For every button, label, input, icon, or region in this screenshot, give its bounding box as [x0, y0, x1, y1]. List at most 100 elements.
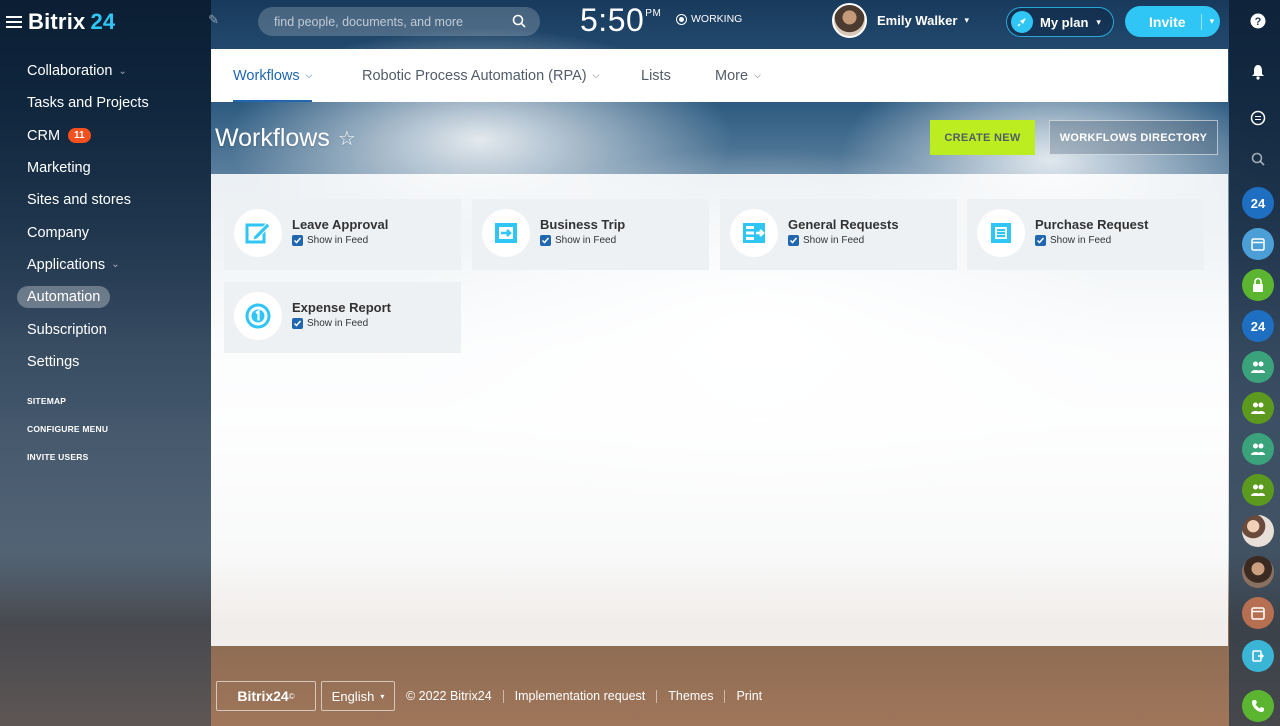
print-link[interactable]: Print — [736, 689, 762, 703]
workflow-card-business-trip[interactable]: Business Trip Show in Feed — [472, 199, 709, 270]
status-dot-icon — [676, 13, 687, 25]
sidebar-links: SITEMAP CONFIGURE MENU INVITE USERS — [27, 396, 108, 480]
phone-icon[interactable] — [1242, 690, 1274, 722]
workflow-card-general-requests[interactable]: General Requests Show in Feed — [720, 199, 957, 270]
checkbox-checked[interactable] — [292, 235, 303, 246]
footer-logo[interactable]: Bitrix24 © — [216, 681, 316, 711]
calendar-icon[interactable] — [1242, 597, 1274, 629]
chevron-down-icon[interactable]: ▾ — [1210, 16, 1215, 27]
list-icon — [730, 209, 778, 257]
workflows-directory-button[interactable]: WORKFLOWS DIRECTORY — [1049, 120, 1218, 155]
chevron-down-icon: ▾ — [964, 15, 969, 25]
help-icon[interactable]: ? — [1242, 5, 1274, 37]
workflow-card-purchase-request[interactable]: Purchase Request Show in Feed — [967, 199, 1204, 270]
create-new-button[interactable]: CREATE NEW — [930, 120, 1035, 155]
sidebar-item-collaboration[interactable]: Collaboration ⌄ — [17, 55, 207, 87]
show-in-feed[interactable]: Show in Feed — [1035, 235, 1111, 246]
sitemap-link[interactable]: SITEMAP — [27, 396, 108, 424]
notifications-icon[interactable] — [1242, 56, 1274, 88]
logo[interactable]: Bitrix 24 — [6, 8, 115, 36]
user-menu[interactable]: Emily Walker ▾ — [832, 3, 969, 38]
sidebar-item-subscription[interactable]: Subscription — [17, 313, 207, 345]
group-icon[interactable] — [1242, 474, 1274, 506]
tab-rpa[interactable]: Robotic Process Automation (RPA) ⌵ — [362, 49, 599, 102]
group-icon[interactable] — [1242, 351, 1274, 383]
avatar[interactable] — [1242, 556, 1274, 588]
show-in-feed[interactable]: Show in Feed — [788, 235, 864, 246]
search-icon[interactable] — [1242, 143, 1274, 175]
checkbox-checked[interactable] — [540, 235, 551, 246]
workflow-title: Leave Approval — [292, 217, 389, 232]
chevron-down-icon: ⌄ — [111, 259, 120, 271]
lock-icon[interactable] — [1242, 269, 1274, 301]
show-in-feed[interactable]: Show in Feed — [540, 235, 616, 246]
edit-icon — [234, 209, 282, 257]
crm-badge: 11 — [68, 128, 91, 144]
bitrix24-icon[interactable]: 24 — [1242, 187, 1274, 219]
sidebar-item-sites[interactable]: Sites and stores — [17, 184, 207, 216]
tab-more[interactable]: More ⌵ — [715, 49, 761, 102]
chevron-down-icon: ▾ — [380, 691, 385, 701]
sidebar-item-crm[interactable]: CRM 11 — [17, 120, 207, 152]
sidebar-item-applications[interactable]: Applications ⌄ — [17, 249, 207, 281]
avatar-group[interactable] — [1242, 515, 1274, 547]
user-name: Emily Walker — [877, 13, 958, 28]
show-in-feed[interactable]: Show in Feed — [292, 235, 368, 246]
workflow-title: Expense Report — [292, 300, 391, 315]
footer: Bitrix24 © English ▾ © 2022 Bitrix24 Imple… — [216, 681, 762, 711]
pencil-icon[interactable]: ✎ — [208, 12, 219, 28]
search-bar[interactable] — [258, 7, 540, 36]
clock[interactable]: 5:50PM — [580, 2, 661, 39]
search-input[interactable] — [274, 7, 504, 36]
svg-text:?: ? — [1255, 16, 1262, 28]
chevron-down-icon: ⌵ — [592, 70, 600, 80]
chevron-down-icon: ⌄ — [118, 65, 127, 77]
tab-workflows[interactable]: Workflows ⌵ — [233, 49, 313, 102]
invite-button[interactable]: Invite ▾ — [1125, 6, 1220, 37]
checkbox-checked[interactable] — [1035, 235, 1046, 246]
page-title: Workflows ☆ — [215, 124, 356, 152]
group-icon[interactable] — [1242, 392, 1274, 424]
rocket-icon — [1011, 11, 1033, 33]
invite-users-link[interactable]: INVITE USERS — [27, 452, 108, 480]
workflow-title: Purchase Request — [1035, 217, 1149, 232]
sidebar-item-settings[interactable]: Settings — [17, 346, 207, 378]
work-status[interactable]: WORKING — [676, 13, 742, 25]
group-icon[interactable] — [1242, 433, 1274, 465]
workflow-title: Business Trip — [540, 217, 626, 232]
workflow-card-leave-approval[interactable]: Leave Approval Show in Feed — [224, 199, 461, 270]
logo-text: Bitrix 24 — [28, 9, 116, 34]
workflows-panel: Leave Approval Show in Feed Business Tri… — [211, 174, 1228, 646]
search-icon[interactable] — [512, 14, 526, 28]
chat-icon[interactable] — [1242, 102, 1274, 134]
left-sidebar: Bitrix 24 Collaboration ⌄ Tasks and Projec… — [0, 0, 211, 726]
themes-link[interactable]: Themes — [668, 689, 713, 703]
chevron-down-icon: ⌵ — [305, 70, 313, 80]
tab-bar: Workflows ⌵ Robotic Process Automation (R… — [211, 49, 1228, 102]
coin-icon — [234, 292, 282, 340]
checkbox-checked[interactable] — [788, 235, 799, 246]
share-icon[interactable] — [1242, 640, 1274, 672]
sidebar-item-company[interactable]: Company — [17, 216, 207, 248]
show-in-feed[interactable]: Show in Feed — [292, 318, 368, 329]
configure-menu-link[interactable]: CONFIGURE MENU — [27, 424, 108, 452]
tab-lists[interactable]: Lists — [641, 49, 671, 102]
implementation-request-link[interactable]: Implementation request — [515, 689, 646, 703]
workflow-title: General Requests — [788, 217, 899, 232]
copyright: © 2022 Bitrix24 — [406, 689, 492, 703]
sidebar-item-marketing[interactable]: Marketing — [17, 152, 207, 184]
language-select[interactable]: English ▾ — [321, 681, 395, 711]
calendar-icon[interactable] — [1242, 228, 1274, 260]
my-plan-button[interactable]: My plan ▾ — [1006, 7, 1114, 37]
menu-icon[interactable] — [6, 16, 22, 28]
sidebar-item-tasks[interactable]: Tasks and Projects — [17, 87, 207, 119]
document-icon — [977, 209, 1025, 257]
workflow-card-expense-report[interactable]: Expense Report Show in Feed — [224, 282, 461, 353]
star-icon[interactable]: ☆ — [338, 126, 356, 151]
chevron-down-icon: ⌵ — [754, 70, 761, 80]
avatar[interactable] — [832, 3, 867, 38]
bitrix24-icon[interactable]: 24 — [1242, 310, 1274, 342]
chevron-down-icon: ▾ — [1096, 16, 1101, 27]
checkbox-checked[interactable] — [292, 318, 303, 329]
sidebar-item-automation[interactable]: Automation — [17, 281, 207, 313]
